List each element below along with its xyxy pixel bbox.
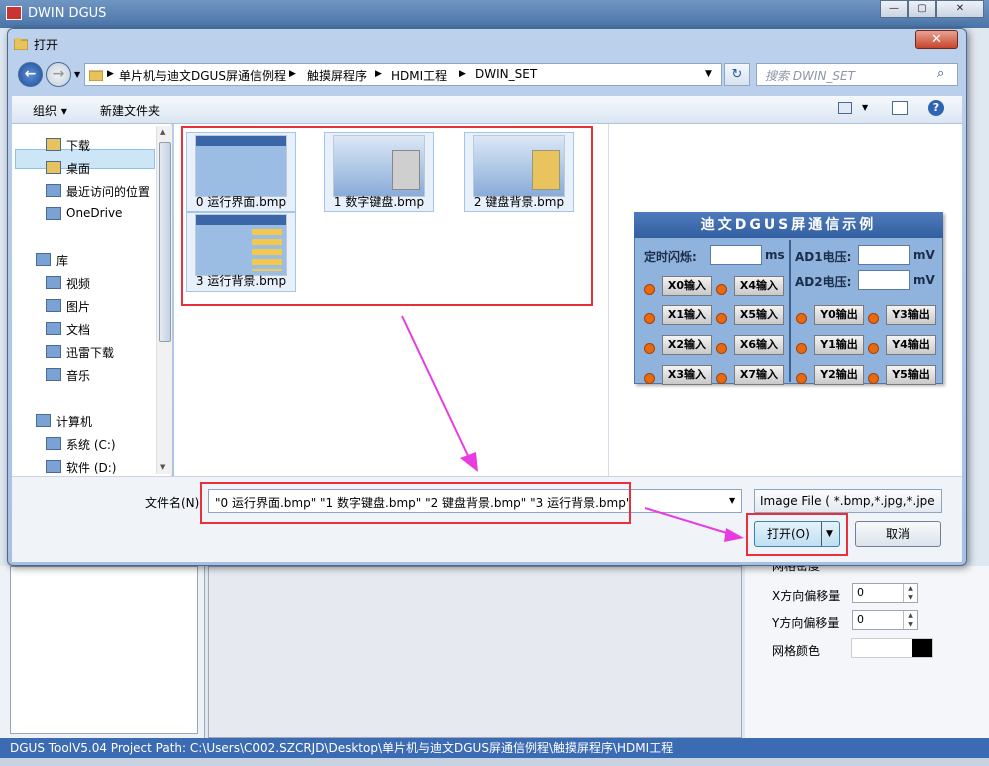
annotation-arrows [401,315,744,542]
